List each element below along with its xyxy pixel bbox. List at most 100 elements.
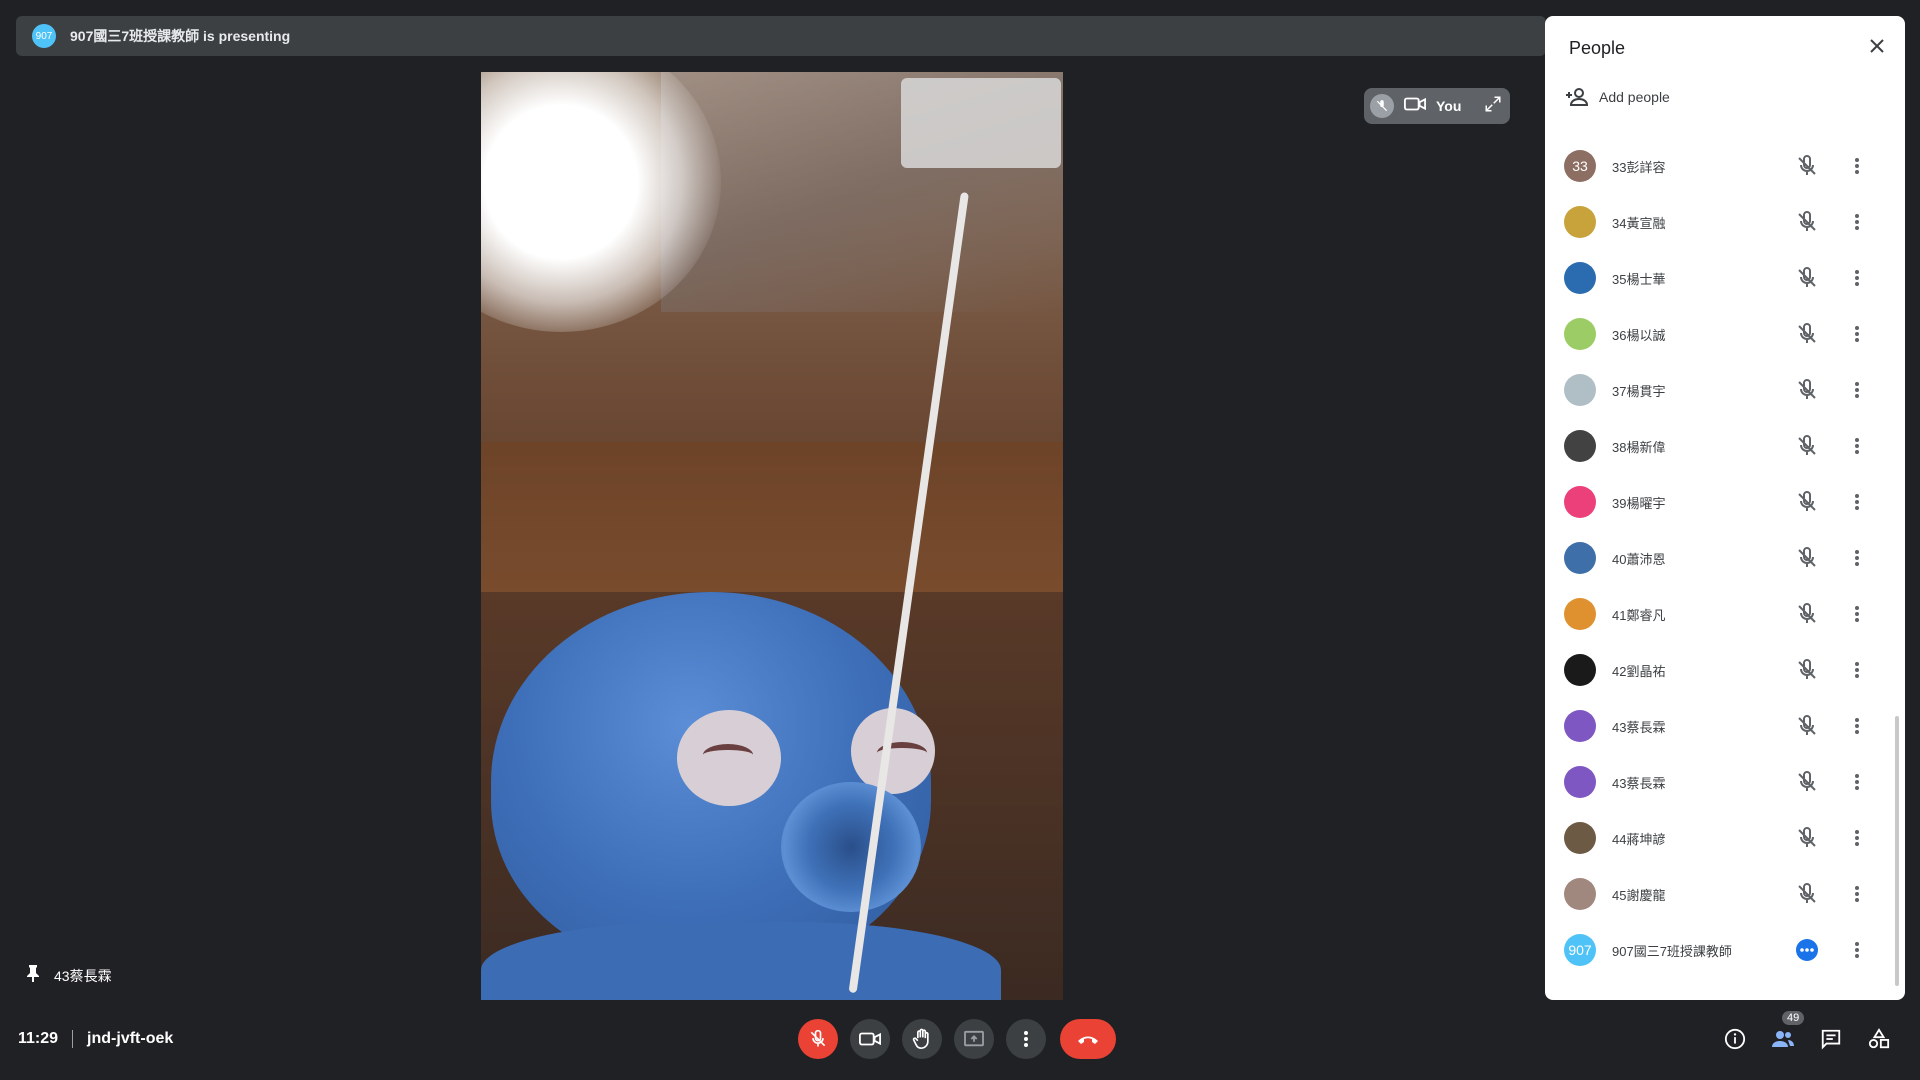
- mic-off-icon: [1795, 826, 1819, 855]
- participant-avatar: 907: [1564, 934, 1596, 966]
- mic-off-icon: [1795, 434, 1819, 463]
- participant-row[interactable]: 39楊曜宇: [1545, 474, 1905, 530]
- raise-hand-button[interactable]: [902, 1019, 942, 1059]
- more-vert-icon[interactable]: [1845, 322, 1869, 351]
- meeting-details-button[interactable]: [1720, 1024, 1750, 1054]
- people-count-badge: 49: [1782, 1011, 1805, 1025]
- mic-off-icon: [810, 1029, 826, 1047]
- participant-avatar: [1564, 206, 1596, 238]
- participant-row[interactable]: 38楊新偉: [1545, 418, 1905, 474]
- participant-avatar: [1564, 374, 1596, 406]
- camera-toggle-button[interactable]: [850, 1019, 890, 1059]
- end-call-icon: [1078, 1036, 1098, 1044]
- video-shelf: [481, 442, 1063, 592]
- participant-list: 33 33彭詳容 34黃宣融 35楊士華 36楊以誠 37楊貫宇 38楊新偉 39楊曜宇 40蕭…: [1545, 138, 1905, 978]
- participant-row[interactable]: 36楊以誠: [1545, 306, 1905, 362]
- leave-call-button[interactable]: [1060, 1019, 1116, 1059]
- more-vert-icon[interactable]: [1845, 714, 1869, 743]
- mic-off-icon: [1795, 770, 1819, 799]
- main-video-feed: [481, 72, 1063, 1000]
- participant-row[interactable]: 45謝慶龍: [1545, 866, 1905, 922]
- panel-scrollbar[interactable]: [1895, 716, 1899, 986]
- participant-avatar: [1564, 654, 1596, 686]
- add-person-icon: [1566, 88, 1589, 106]
- expand-icon[interactable]: [1484, 95, 1502, 118]
- participant-avatar: [1564, 822, 1596, 854]
- more-vert-icon[interactable]: [1845, 938, 1869, 967]
- meeting-code: jnd-jvft-oek: [87, 1030, 174, 1047]
- more-vert-icon[interactable]: [1845, 546, 1869, 575]
- participant-name: 41鄭睿凡: [1612, 607, 1666, 623]
- panel-title: People: [1569, 38, 1626, 58]
- participant-row[interactable]: 41鄭睿凡: [1545, 586, 1905, 642]
- mic-off-icon: [1795, 266, 1819, 295]
- participant-row[interactable]: 34黃宣融: [1545, 194, 1905, 250]
- more-vert-icon[interactable]: [1845, 490, 1869, 519]
- participant-avatar: [1564, 542, 1596, 574]
- plush-toy-eye: [677, 710, 781, 806]
- more-vert-icon[interactable]: [1845, 882, 1869, 911]
- participant-avatar: [1564, 878, 1596, 910]
- pinned-name: 43蔡長霖: [54, 967, 112, 984]
- participant-row[interactable]: 42劉晶祐: [1545, 642, 1905, 698]
- participant-row[interactable]: 44蔣坤諺: [1545, 810, 1905, 866]
- mic-off-icon: [1795, 546, 1819, 575]
- activities-button[interactable]: [1864, 1024, 1894, 1054]
- participant-name: 34黃宣融: [1612, 215, 1666, 231]
- mic-off-icon: [1795, 490, 1819, 519]
- chat-icon: [1821, 1029, 1841, 1050]
- participant-name: 35楊士華: [1612, 271, 1666, 287]
- more-vert-icon[interactable]: [1845, 602, 1869, 631]
- participant-name: 42劉晶祐: [1612, 663, 1666, 679]
- participant-row[interactable]: 37楊貫宇: [1545, 362, 1905, 418]
- mic-off-icon: [1795, 322, 1819, 351]
- participant-row[interactable]: 33 33彭詳容: [1545, 138, 1905, 194]
- participant-row[interactable]: 40蕭沛恩: [1545, 530, 1905, 586]
- close-icon: [1870, 39, 1884, 53]
- participant-row[interactable]: 907 907國三7班授課教師: [1545, 922, 1905, 978]
- shapes-icon: [1868, 1028, 1890, 1049]
- participant-avatar: [1564, 766, 1596, 798]
- more-vert-icon[interactable]: [1845, 378, 1869, 407]
- add-people-label: Add people: [1599, 89, 1670, 105]
- meeting-time: 11:29: [18, 1030, 59, 1047]
- more-vert-icon[interactable]: [1845, 770, 1869, 799]
- plush-toy-mouth: [781, 782, 921, 912]
- more-vert-icon[interactable]: [1845, 434, 1869, 463]
- participant-row[interactable]: 35楊士華: [1545, 250, 1905, 306]
- presenter-avatar: 907: [32, 24, 56, 48]
- mic-off-icon: [1370, 94, 1394, 118]
- side-controls: 49: [1720, 1011, 1894, 1054]
- add-people-button[interactable]: Add people: [1565, 88, 1670, 106]
- self-view-tile[interactable]: You: [1364, 88, 1510, 124]
- participant-avatar: [1564, 318, 1596, 350]
- participant-name: 38楊新偉: [1612, 439, 1666, 455]
- presenting-banner: 907 907國三7班授課教師 is presenting: [16, 16, 1546, 56]
- self-label: You: [1436, 98, 1462, 114]
- participant-avatar: [1564, 262, 1596, 294]
- participant-avatar: [1564, 598, 1596, 630]
- more-vert-icon[interactable]: [1845, 266, 1869, 295]
- mic-off-icon: [1795, 154, 1819, 183]
- participant-name: 44蔣坤諺: [1612, 831, 1666, 847]
- chat-button[interactable]: [1816, 1024, 1846, 1054]
- close-panel-button[interactable]: [1869, 38, 1885, 59]
- participant-name: 45謝慶龍: [1612, 887, 1666, 903]
- more-vert-icon[interactable]: [1845, 154, 1869, 183]
- more-vert-icon: [1024, 1031, 1028, 1047]
- more-vert-icon[interactable]: [1845, 210, 1869, 239]
- mic-off-icon: [1795, 378, 1819, 407]
- more-options-button[interactable]: [1006, 1019, 1046, 1059]
- more-vert-icon[interactable]: [1845, 826, 1869, 855]
- present-now-button[interactable]: [954, 1019, 994, 1059]
- people-button[interactable]: 49: [1768, 1011, 1805, 1054]
- more-vert-icon[interactable]: [1845, 658, 1869, 687]
- participant-name: 40蕭沛恩: [1612, 551, 1666, 567]
- participant-name: 33彭詳容: [1612, 159, 1666, 175]
- participant-row[interactable]: 43蔡長霖: [1545, 754, 1905, 810]
- participant-row[interactable]: 43蔡長霖: [1545, 698, 1905, 754]
- mic-toggle-button[interactable]: [798, 1019, 838, 1059]
- participant-name: 39楊曜宇: [1612, 495, 1666, 511]
- mic-off-icon: [1795, 658, 1819, 687]
- pin-icon: [26, 964, 40, 987]
